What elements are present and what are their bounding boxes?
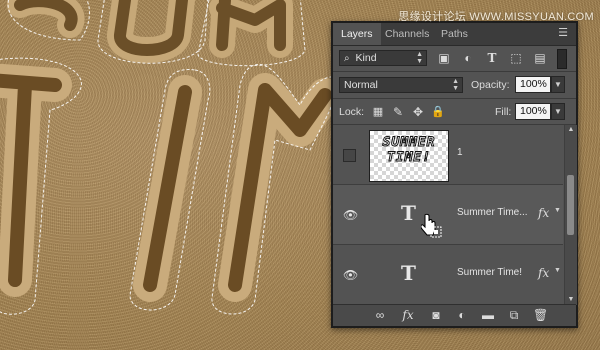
text-layer-icon: T <box>401 201 416 225</box>
lock-row: Lock: ▦ ✎ ✥ 🔒 Fill: 100% ▼ <box>333 99 576 125</box>
eye-icon[interactable]: 👁 <box>343 269 358 281</box>
opacity-label: Opacity: <box>471 79 510 91</box>
layer-name[interactable]: Summer Time! <box>457 267 522 278</box>
lock-transparent-icon[interactable]: ▦ <box>371 105 385 119</box>
filter-row: ⌕ Kind ▲ ▼ ▣ ◐ T ⬚ ▤ <box>333 45 576 71</box>
lock-all-icon[interactable]: 🔒 <box>431 105 445 119</box>
lock-position-icon[interactable]: ✥ <box>411 105 425 119</box>
opacity-input[interactable]: 100% <box>515 76 551 93</box>
visibility-toggle-off[interactable] <box>343 149 356 162</box>
blend-row: Normal ▲ ▼ Opacity: 100% ▼ <box>333 72 576 98</box>
layers-panel: Layers Channels Paths ☰ ⌕ Kind ▲ ▼ ▣ ◐ T … <box>331 21 578 328</box>
layer-row-text[interactable]: 👁 T Summer Time! fx ▼ <box>333 245 563 305</box>
watermark: 思缘设计论坛 WWW.MISSYUAN.COM <box>398 11 594 23</box>
fill-input[interactable]: 100% <box>515 103 551 120</box>
chevron-updown-icon: ▲ ▼ <box>416 51 423 65</box>
layer-row-image[interactable]: SUMMER TIME! 1 <box>333 125 563 185</box>
opacity-chevron-icon[interactable]: ▼ <box>551 76 565 93</box>
layers-scrollbar[interactable]: ▲ ▼ <box>564 125 577 305</box>
adjustment-filter-icon[interactable]: ◐ <box>461 51 475 65</box>
type-filter-icon[interactable]: T <box>485 51 499 65</box>
fx-icon[interactable]: fx <box>401 308 415 322</box>
filter-kind-label: Kind <box>355 52 377 64</box>
smart-object-filter-icon[interactable]: ▤ <box>533 51 547 65</box>
eye-icon[interactable]: 👁 <box>343 209 358 221</box>
link-icon[interactable]: ∞ <box>373 308 387 322</box>
layer-name[interactable]: 1 <box>457 147 463 158</box>
chevron-expand-icon[interactable]: ▼ <box>554 267 561 274</box>
panel-menu-icon[interactable]: ☰ <box>556 27 570 39</box>
layers-list: SUMMER TIME! 1 👁 T Summer Time... fx ▼ 👁… <box>333 125 563 305</box>
layer-name[interactable]: Summer Time... <box>457 207 528 218</box>
thumbnail-text: SUMMER TIME! <box>382 135 436 166</box>
fill-label: Fill: <box>495 106 512 118</box>
panel-bottom-bar: ∞ fx ◙ ◐ ▬ ⧉ 🗑 <box>333 304 576 326</box>
fill-chevron-icon[interactable]: ▼ <box>551 103 565 120</box>
shape-filter-icon[interactable]: ⬚ <box>509 51 523 65</box>
scroll-thumb[interactable] <box>567 175 574 235</box>
chevron-updown-icon: ▲ ▼ <box>452 78 459 92</box>
lock-label: Lock: <box>339 106 365 118</box>
layer-row-text[interactable]: 👁 T Summer Time... fx ▼ <box>333 185 563 245</box>
new-layer-icon[interactable]: ⧉ <box>507 308 521 322</box>
tab-paths[interactable]: Paths <box>433 23 476 45</box>
tab-channels[interactable]: Channels <box>377 23 437 45</box>
panel-tabbar: Layers Channels Paths ☰ <box>333 23 576 46</box>
trash-icon[interactable]: 🗑 <box>533 308 548 322</box>
folder-icon[interactable]: ▬ <box>481 308 495 322</box>
mask-icon[interactable]: ◙ <box>429 308 443 322</box>
fx-icon[interactable]: fx <box>538 206 549 220</box>
scroll-up-icon[interactable]: ▲ <box>565 125 577 135</box>
blend-mode-value: Normal <box>344 79 378 91</box>
fx-icon[interactable]: fx <box>538 266 549 280</box>
image-filter-icon[interactable]: ▣ <box>437 51 451 65</box>
text-layer-icon: T <box>401 261 416 285</box>
tab-layers[interactable]: Layers <box>333 23 381 45</box>
pointer-hand-icon <box>421 213 442 238</box>
adjustment-icon[interactable]: ◐ <box>455 308 469 322</box>
filter-kind-dropdown[interactable]: ⌕ Kind ▲ ▼ <box>339 50 427 66</box>
layer-thumbnail: SUMMER TIME! <box>369 130 449 182</box>
filter-toggle-icon[interactable] <box>557 49 567 69</box>
search-icon: ⌕ <box>344 53 350 64</box>
chevron-expand-icon[interactable]: ▼ <box>554 207 561 214</box>
blend-mode-dropdown[interactable]: Normal ▲ ▼ <box>339 77 463 93</box>
lock-image-icon[interactable]: ✎ <box>391 105 405 119</box>
